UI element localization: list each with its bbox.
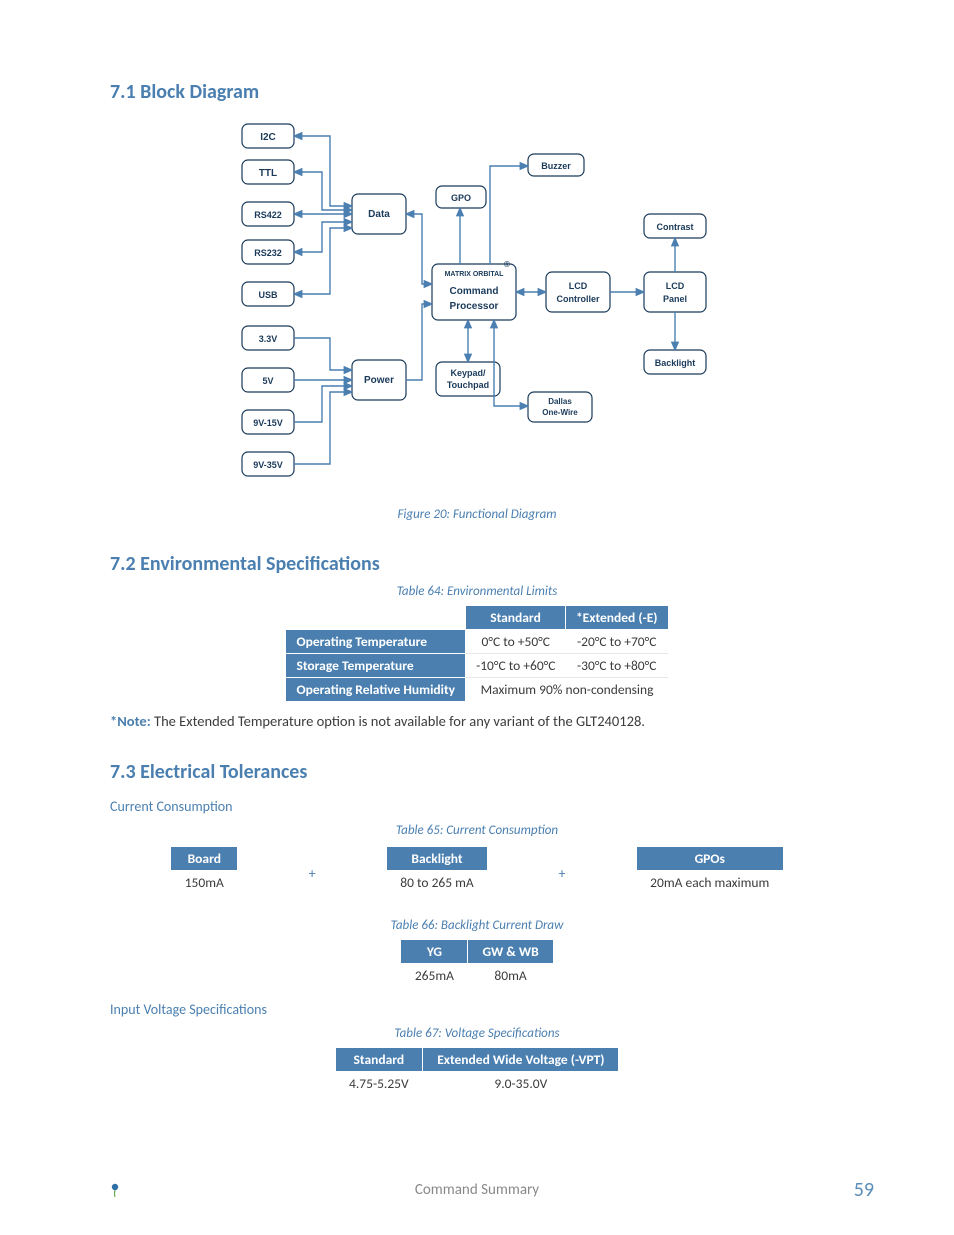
diag-gpo-box: GPO: [436, 186, 486, 208]
diag-cmdproc-l2: Processor: [450, 301, 499, 312]
cons-h-board: Board: [171, 847, 238, 871]
volt-h-std: Standard: [335, 1048, 423, 1072]
current-consumption-row: Board 150mA + Backlight 80 to 265 mA + G…: [110, 844, 844, 900]
diag-keypad-l2: Touchpad: [447, 380, 489, 390]
diag-rs422-box: RS422: [242, 202, 294, 226]
diag-lcdctrl-l1: LCD: [569, 281, 588, 291]
note-line: *Note: The Extended Temperature option i…: [110, 712, 844, 730]
table-66-caption: Table 66: Backlight Current Draw: [110, 918, 844, 933]
diag-keypad-box: Keypad/ Touchpad: [436, 362, 500, 396]
env-r1-label: Operating Temperature: [286, 630, 466, 654]
gpos-mini-table: GPOs 20mA each maximum: [636, 846, 784, 894]
diag-lcdctrl-box: LCD Controller: [546, 272, 610, 312]
diag-9v35-label: 9V-35V: [253, 460, 283, 470]
diag-usb-label: USB: [258, 290, 278, 300]
board-mini-table: Board 150mA: [170, 846, 238, 894]
env-h-extended: *Extended (-E): [565, 606, 668, 630]
env-h-standard: Standard: [466, 606, 566, 630]
diag-gpo-label: GPO: [451, 193, 471, 203]
bldraw-v-gwwb: 80mA: [468, 964, 553, 988]
volt-v-ext: 9.0-35.0V: [423, 1072, 619, 1096]
diag-buzzer-label: Buzzer: [541, 161, 571, 171]
diag-dallas-l1: Dallas: [548, 397, 572, 406]
cons-v-backlight: 80 to 265 mA: [386, 871, 487, 895]
backlight-draw-table: YG GW & WB 265mA 80mA: [400, 939, 553, 987]
diag-usb-box: USB: [242, 282, 294, 306]
diag-lcdpanel-l1: LCD: [666, 281, 685, 291]
diag-cmdproc-box: MATRIX ORBITAL ® Command Processor: [432, 260, 516, 320]
subhead-input-voltage: Input Voltage Specifications: [110, 1001, 844, 1018]
env-r1-std: 0°C to +50°C: [466, 630, 566, 654]
section-7-1-heading: 7.1 Block Diagram: [110, 80, 844, 104]
diag-dallas-l2: One-Wire: [542, 408, 578, 417]
plus-icon-2: +: [558, 863, 565, 882]
diag-3v3-label: 3.3V: [259, 334, 278, 344]
diag-reg-icon: ®: [504, 260, 510, 269]
note-text: The Extended Temperature option is not a…: [151, 712, 645, 730]
diag-backlight-box: Backlight: [644, 350, 706, 374]
footer-page-number: 59: [854, 1178, 874, 1202]
cons-v-gpos: 20mA each maximum: [636, 871, 783, 895]
block-diagram-svg: I2C TTL RS422 RS232 USB 3.3V: [232, 114, 722, 494]
table-64-caption: Table 64: Environmental Limits: [110, 584, 844, 599]
diag-ttl-label: TTL: [259, 168, 277, 179]
diag-3v3-box: 3.3V: [242, 326, 294, 350]
diag-power-box: Power: [352, 360, 406, 400]
bldraw-h-gwwb: GW & WB: [468, 940, 553, 964]
diag-i2c-label: I2C: [260, 132, 276, 143]
diag-lcdctrl-l2: Controller: [556, 294, 599, 304]
subhead-current-consumption: Current Consumption: [110, 798, 844, 815]
diag-9v35-box: 9V-35V: [242, 452, 294, 476]
diag-5v-label: 5V: [262, 376, 273, 386]
backlight-mini-table: Backlight 80 to 265 mA: [386, 846, 488, 894]
voltage-spec-table: Standard Extended Wide Voltage (-VPT) 4.…: [335, 1047, 620, 1095]
diag-rs232-box: RS232: [242, 240, 294, 264]
section-7-2-heading: 7.2 Environmental Specifications: [110, 552, 844, 576]
cons-v-board: 150mA: [171, 871, 238, 895]
diag-contrast-label: Contrast: [656, 222, 693, 232]
page-footer: Command Summary 59: [0, 1181, 954, 1199]
note-prefix: *Note:: [110, 712, 151, 730]
table-65-caption: Table 65: Current Consumption: [110, 823, 844, 838]
diag-rs232-label: RS232: [254, 248, 282, 258]
diag-backlight-label: Backlight: [655, 358, 696, 368]
bldraw-h-yg: YG: [401, 940, 468, 964]
cons-h-gpos: GPOs: [636, 847, 783, 871]
diag-keypad-l1: Keypad/: [450, 368, 486, 378]
plus-icon-1: +: [309, 863, 316, 882]
footer-center-text: Command Summary: [415, 1181, 539, 1199]
env-r2-std: -10°C to +60°C: [466, 654, 566, 678]
diag-data-label: Data: [368, 209, 390, 220]
diag-contrast-box: Contrast: [644, 214, 706, 238]
diag-ttl-box: TTL: [242, 160, 294, 184]
diag-i2c-box: I2C: [242, 124, 294, 148]
diag-buzzer-box: Buzzer: [528, 154, 584, 176]
volt-v-std: 4.75-5.25V: [335, 1072, 423, 1096]
diag-power-label: Power: [364, 375, 394, 386]
env-r3-val: Maximum 90% non-condensing: [466, 678, 668, 702]
diag-5v-box: 5V: [242, 368, 294, 392]
block-diagram: I2C TTL RS422 RS232 USB 3.3V: [232, 114, 722, 499]
volt-h-ext: Extended Wide Voltage (-VPT): [423, 1048, 619, 1072]
environmental-limits-table: Standard *Extended (-E) Operating Temper…: [285, 605, 668, 702]
diag-brand-label: MATRIX ORBITAL: [445, 271, 505, 278]
diag-rs422-label: RS422: [254, 210, 282, 220]
diag-cmdproc-l1: Command: [450, 286, 499, 297]
section-7-3-heading: 7.3 Electrical Tolerances: [110, 760, 844, 784]
cons-h-backlight: Backlight: [386, 847, 487, 871]
diag-9v15-box: 9V-15V: [242, 410, 294, 434]
diag-dallas-box: Dallas One-Wire: [528, 392, 592, 422]
diag-lcdpanel-l2: Panel: [663, 294, 687, 304]
env-r2-ext: -30°C to +80°C: [565, 654, 668, 678]
diag-data-box: Data: [352, 194, 406, 234]
env-r3-label: Operating Relative Humidity: [286, 678, 466, 702]
env-r1-ext: -20°C to +70°C: [565, 630, 668, 654]
table-67-caption: Table 67: Voltage Specifications: [110, 1026, 844, 1041]
diag-9v15-label: 9V-15V: [253, 418, 283, 428]
bldraw-v-yg: 265mA: [401, 964, 468, 988]
figure-20-caption: Figure 20: Functional Diagram: [110, 507, 844, 522]
env-r2-label: Storage Temperature: [286, 654, 466, 678]
diag-lcdpanel-box: LCD Panel: [644, 272, 706, 312]
